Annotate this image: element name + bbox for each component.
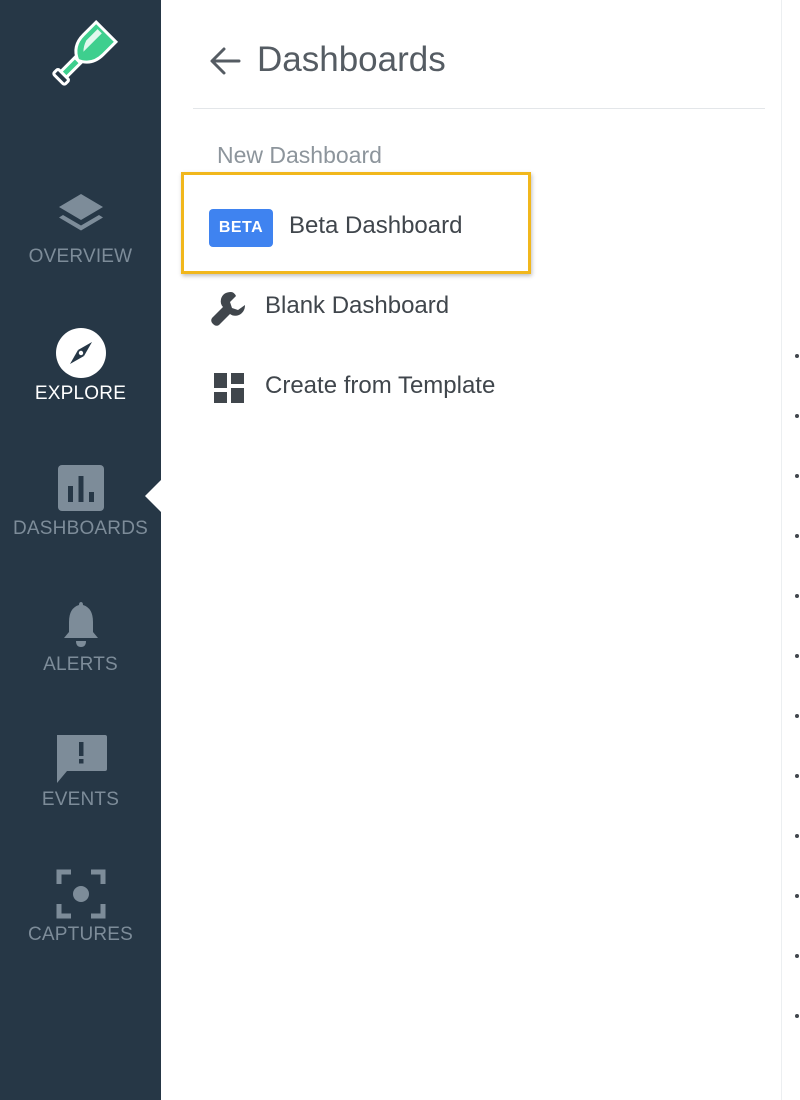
background-page-edge — [781, 0, 800, 1100]
background-bullet — [795, 894, 799, 898]
capture-icon — [56, 869, 105, 919]
background-bullet — [795, 714, 799, 718]
compass-icon — [55, 328, 106, 378]
nav-item-captures[interactable]: CAPTURES — [0, 866, 161, 946]
nav-item-alerts[interactable]: ALERTS — [0, 596, 161, 676]
menu-item-label: Create from Template — [265, 372, 496, 399]
template-grid-icon — [214, 373, 244, 403]
section-label-new-dashboard: New Dashboard — [217, 142, 382, 168]
background-bullet — [795, 834, 799, 838]
nav-item-overview[interactable]: OVERVIEW — [0, 188, 161, 268]
nav-label-events: EVENTS — [41, 789, 120, 810]
background-bullet — [795, 594, 799, 598]
dashboards-panel: Dashboards New Dashboard BETA Beta Dashb… — [161, 0, 781, 1100]
logo-shovel-icon[interactable] — [44, 18, 120, 94]
background-bullet — [795, 414, 799, 418]
menu-item-label: Blank Dashboard — [265, 292, 450, 319]
menu-item-blank-dashboard[interactable]: Blank Dashboard — [201, 281, 541, 331]
wrench-icon — [211, 292, 245, 326]
panel-header: Dashboards — [193, 36, 765, 109]
back-arrow-icon[interactable] — [209, 46, 241, 76]
active-section-pointer — [145, 479, 162, 513]
highlight-box — [181, 172, 531, 274]
background-bullet — [795, 1014, 799, 1018]
background-bullet — [795, 774, 799, 778]
page-title: Dashboards — [257, 40, 446, 79]
background-bullet — [795, 474, 799, 478]
sidebar: OVERVIEW EXPLORE DASHBOARDS ALERTS EVENT… — [0, 0, 161, 1100]
nav-item-dashboards[interactable]: DASHBOARDS — [0, 460, 161, 540]
background-bullet — [795, 954, 799, 958]
bell-icon — [63, 602, 98, 647]
background-bullet — [795, 354, 799, 358]
nav-label-dashboards: DASHBOARDS — [12, 518, 149, 539]
background-bullet — [795, 534, 799, 538]
nav-label-alerts: ALERTS — [43, 654, 118, 675]
bar-chart-icon — [57, 465, 104, 511]
nav-item-events[interactable]: EVENTS — [0, 731, 161, 811]
nav-label-captures: CAPTURES — [27, 924, 134, 945]
menu-item-create-from-template[interactable]: Create from Template — [201, 361, 541, 411]
nav-item-explore[interactable]: EXPLORE — [0, 325, 161, 405]
background-bullet — [795, 654, 799, 658]
nav-label-explore: EXPLORE — [34, 383, 127, 404]
nav-label-overview: OVERVIEW — [28, 246, 133, 267]
layers-icon — [58, 194, 103, 231]
alert-message-icon — [56, 735, 107, 783]
